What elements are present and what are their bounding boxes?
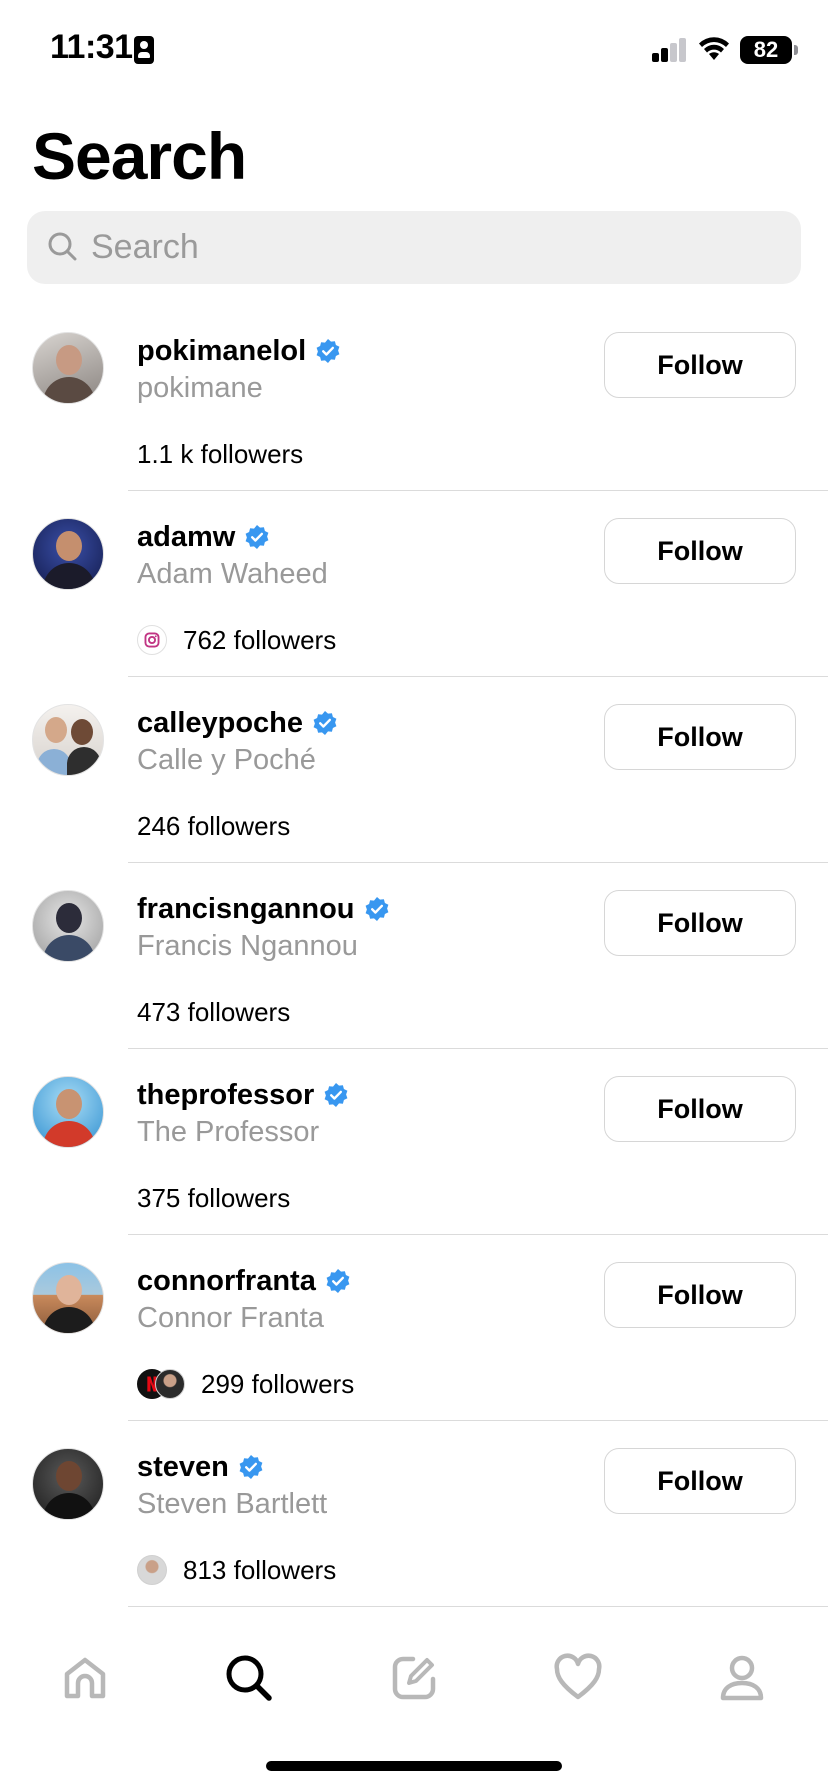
search-icon — [48, 232, 77, 261]
follower-count: 375 followers — [137, 1182, 291, 1213]
battery-cap — [794, 45, 798, 55]
search-result-row[interactable]: adamw Adam Waheed 762 followers Follow — [0, 491, 828, 677]
username[interactable]: steven — [137, 1451, 229, 1484]
full-name: pokimane — [137, 372, 263, 404]
full-name: Francis Ngannou — [137, 930, 358, 962]
contact-card-icon — [134, 36, 154, 64]
verified-badge-icon — [245, 525, 269, 549]
heart-icon — [554, 1653, 602, 1700]
search-result-row[interactable]: pokimanelol pokimane 1.1 k followers Fol… — [0, 305, 828, 491]
verified-badge-icon — [326, 1269, 350, 1293]
follower-count: 762 followers — [183, 624, 337, 655]
search-result-row[interactable]: theprofessor The Professor 375 followers… — [0, 1049, 828, 1235]
avatar[interactable] — [32, 518, 104, 590]
search-result-row[interactable]: calleypoche Calle y Poché 246 followers … — [0, 677, 828, 863]
full-name: Steven Bartlett — [137, 1488, 328, 1520]
follow-button[interactable]: Follow — [604, 890, 796, 956]
follower-count: 1.1 k followers — [137, 438, 304, 469]
cellular-signal-icon — [652, 38, 688, 62]
follower-count: 299 followers — [201, 1368, 355, 1399]
search-result-row[interactable]: connorfranta Connor Franta 299 followers… — [0, 1235, 828, 1421]
tab-search[interactable] — [219, 1648, 279, 1708]
follow-button[interactable]: Follow — [604, 1262, 796, 1328]
avatar[interactable] — [32, 1076, 104, 1148]
page-title: Search — [32, 119, 247, 193]
follower-count: 813 followers — [183, 1554, 337, 1585]
tab-profile[interactable] — [712, 1648, 772, 1708]
verified-badge-icon — [239, 1455, 263, 1479]
tab-bar — [0, 1610, 828, 1740]
home-indicator[interactable] — [266, 1761, 562, 1771]
follow-button[interactable]: Follow — [604, 1448, 796, 1514]
search-results-list: pokimanelol pokimane 1.1 k followers Fol… — [0, 305, 828, 1607]
mutual-avatar — [137, 1555, 167, 1585]
full-name: Connor Franta — [137, 1302, 324, 1334]
full-name: Calle y Poché — [137, 744, 316, 776]
verified-badge-icon — [313, 711, 337, 735]
username[interactable]: adamw — [137, 521, 235, 554]
tab-compose[interactable] — [384, 1648, 444, 1708]
follow-button[interactable]: Follow — [604, 332, 796, 398]
tab-activity[interactable] — [548, 1648, 608, 1708]
avatar[interactable] — [32, 1262, 104, 1334]
search-result-row[interactable]: francisngannou Francis Ngannou 473 follo… — [0, 863, 828, 1049]
full-name: The Professor — [137, 1116, 320, 1148]
status-bar: 11:31 82 — [0, 0, 828, 100]
wifi-icon — [699, 37, 729, 60]
search-bar[interactable] — [27, 211, 801, 284]
avatar[interactable] — [32, 1448, 104, 1520]
mutual-avatar — [155, 1369, 185, 1399]
follow-button[interactable]: Follow — [604, 704, 796, 770]
divider — [128, 1606, 828, 1607]
username[interactable]: francisngannou — [137, 893, 355, 926]
username[interactable]: calleypoche — [137, 707, 303, 740]
tab-home[interactable] — [55, 1648, 115, 1708]
profile-icon — [720, 1655, 764, 1701]
avatar[interactable] — [32, 890, 104, 962]
follow-button[interactable]: Follow — [604, 1076, 796, 1142]
username[interactable]: theprofessor — [137, 1079, 314, 1112]
verified-badge-icon — [324, 1083, 348, 1107]
battery-indicator: 82 — [740, 36, 792, 64]
search-icon — [226, 1655, 272, 1701]
username[interactable]: connorfranta — [137, 1265, 316, 1298]
verified-badge-icon — [365, 897, 388, 921]
follower-count: 473 followers — [137, 996, 291, 1027]
compose-icon — [392, 1656, 436, 1700]
home-icon — [64, 1657, 106, 1699]
search-input[interactable] — [91, 211, 781, 284]
status-time: 11:31 — [50, 28, 133, 66]
avatar[interactable] — [32, 704, 104, 776]
verified-badge-icon — [316, 339, 340, 363]
instagram-icon — [137, 625, 167, 655]
follow-button[interactable]: Follow — [604, 518, 796, 584]
username[interactable]: pokimanelol — [137, 335, 306, 368]
follower-count: 246 followers — [137, 810, 291, 841]
search-result-row[interactable]: steven Steven Bartlett 813 followers Fol… — [0, 1421, 828, 1607]
full-name: Adam Waheed — [137, 558, 328, 590]
avatar[interactable] — [32, 332, 104, 404]
